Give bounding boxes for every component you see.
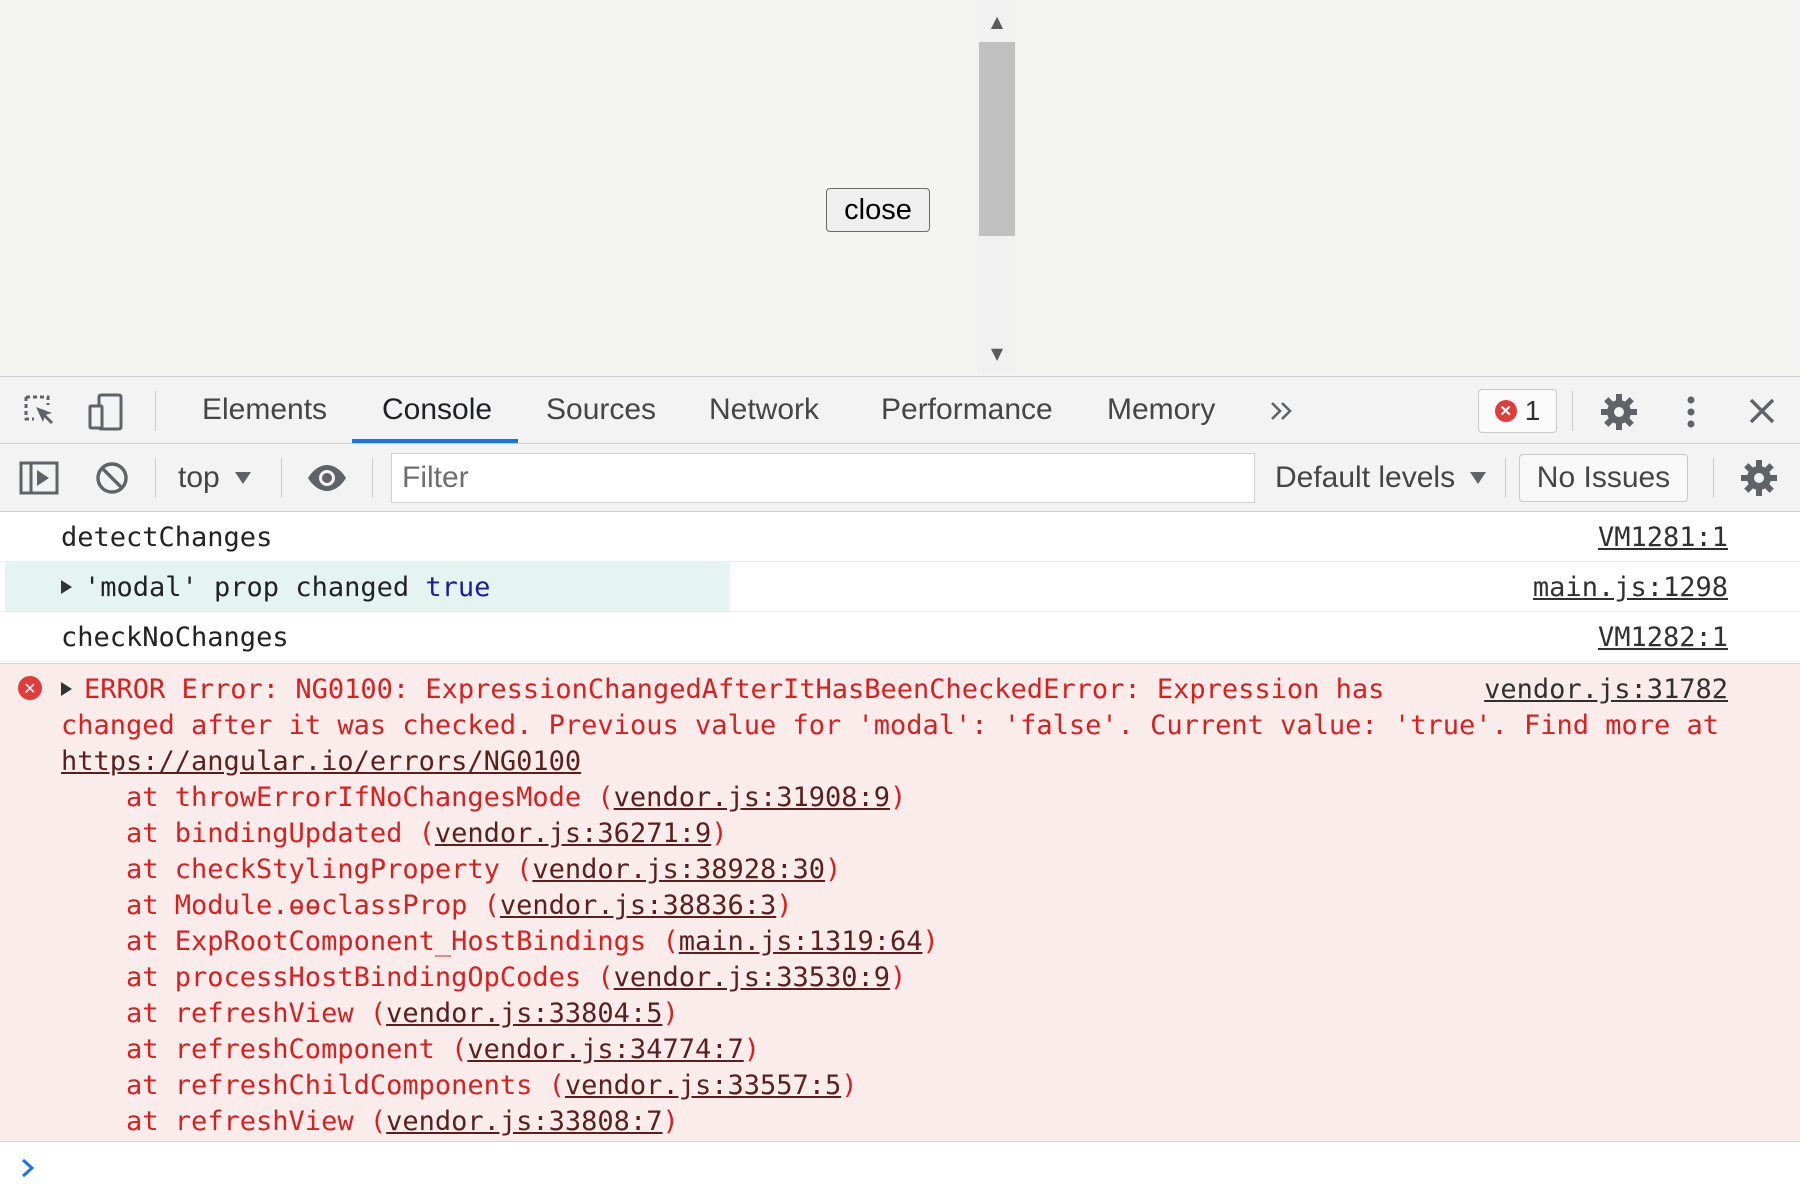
- log-levels-label: Default levels: [1275, 460, 1456, 494]
- stack-link[interactable]: vendor.js:34774:7: [467, 1034, 743, 1065]
- stack-frame: at refreshChildComponents (vendor.js:335…: [126, 1069, 858, 1101]
- stack-frame: at ExpRootComponent_HostBindings (main.j…: [126, 925, 939, 957]
- device-toolbar-icon[interactable]: [86, 391, 128, 433]
- dropdown-arrow-icon: [234, 471, 251, 484]
- issues-button[interactable]: No Issues: [1519, 454, 1688, 502]
- stack-link[interactable]: vendor.js:31908:9: [614, 782, 890, 813]
- stack-link[interactable]: vendor.js:33804:5: [386, 998, 662, 1029]
- scrollbar-thumb[interactable]: [979, 42, 1015, 236]
- context-selector[interactable]: top: [178, 444, 252, 511]
- stack-frame: at checkStylingProperty (vendor.js:38928…: [126, 853, 842, 885]
- log-levels-dropdown[interactable]: Default levels: [1275, 444, 1487, 511]
- error-text: changed after it was checked. Previous v…: [61, 709, 1720, 741]
- toolbar-divider: [155, 391, 156, 431]
- error-docs-link[interactable]: https://angular.io/errors/NG0100: [61, 746, 581, 777]
- stack-fn: at refreshChildComponents: [126, 1069, 549, 1101]
- scroll-down-arrow-icon[interactable]: ▼: [977, 334, 1017, 372]
- error-icon: ✕: [18, 676, 42, 700]
- stack-fn: at processHostBindingOpCodes: [126, 961, 598, 993]
- dropdown-arrow-icon: [1470, 471, 1487, 484]
- console-message: detectChanges VM1281:1: [0, 512, 1800, 562]
- console-message[interactable]: 'modal' prop changed true main.js:1298: [0, 562, 1800, 612]
- stack-link[interactable]: vendor.js:38928:30: [532, 854, 825, 885]
- live-expression-eye-icon[interactable]: [306, 458, 348, 498]
- message-source-link[interactable]: VM1281:1: [1598, 512, 1728, 562]
- toolbar-divider: [1505, 458, 1506, 498]
- stack-fn: at refreshComponent: [126, 1033, 452, 1065]
- scroll-up-arrow-icon[interactable]: ▲: [977, 2, 1017, 40]
- stack-fn: at bindingUpdated: [126, 817, 419, 849]
- expand-triangle-icon[interactable]: [61, 682, 72, 696]
- stack-link[interactable]: vendor.js:33808:7: [386, 1106, 662, 1137]
- settings-gear-icon[interactable]: [1598, 391, 1640, 433]
- context-label: top: [178, 460, 220, 494]
- message-value: true: [425, 571, 491, 603]
- message-text: detectChanges: [61, 521, 273, 553]
- chevron-double-right-icon[interactable]: [1266, 395, 1298, 427]
- stack-frame: at throwErrorIfNoChangesMode (vendor.js:…: [126, 781, 907, 813]
- console-toolbar: top Default levels No Issues: [0, 444, 1800, 512]
- toolbar-divider: [281, 458, 282, 498]
- stack-fn: at refreshView: [126, 997, 370, 1029]
- devtools-tabbar: Elements Console Sources Network Perform…: [0, 376, 1800, 444]
- tab-elements[interactable]: Elements: [202, 377, 327, 443]
- show-sidebar-icon[interactable]: [18, 457, 60, 499]
- stack-frame: at refreshView (vendor.js:33808:7): [126, 1105, 679, 1137]
- more-options-icon[interactable]: [1674, 391, 1708, 433]
- error-icon: ✕: [1494, 400, 1517, 422]
- stack-fn: at throwErrorIfNoChangesMode: [126, 781, 598, 813]
- error-message: ✕ ERROR Error: NG0100: ExpressionChanged…: [0, 663, 1800, 1142]
- tab-memory[interactable]: Memory: [1107, 377, 1215, 443]
- console-output: detectChanges VM1281:1 'modal' prop chan…: [0, 512, 1800, 1191]
- stack-fn: at Module.ɵɵclassProp: [126, 889, 484, 921]
- expand-triangle-icon[interactable]: [61, 580, 72, 594]
- clear-console-icon[interactable]: [91, 457, 133, 499]
- toolbar-divider: [155, 458, 156, 498]
- stack-fn: at refreshView: [126, 1105, 370, 1137]
- toolbar-divider: [1713, 458, 1714, 498]
- active-tab-indicator: [352, 439, 518, 443]
- console-message: checkNoChanges VM1282:1: [0, 612, 1800, 662]
- error-url-line: https://angular.io/errors/NG0100: [61, 743, 581, 779]
- message-source-link[interactable]: main.js:1298: [1533, 562, 1728, 612]
- stack-frame: at Module.ɵɵclassProp (vendor.js:38836:3…: [126, 889, 793, 921]
- stack-frame: at refreshComponent (vendor.js:34774:7): [126, 1033, 760, 1065]
- stack-fn: at ExpRootComponent_HostBindings: [126, 925, 663, 957]
- message-text[interactable]: 'modal' prop changed true: [61, 562, 490, 612]
- close-button[interactable]: close: [826, 188, 930, 232]
- toolbar-divider: [372, 458, 373, 498]
- stack-fn: at checkStylingProperty: [126, 853, 517, 885]
- scrollbar[interactable]: ▲ ▼: [977, 0, 1017, 374]
- console-settings-gear-icon[interactable]: [1738, 457, 1780, 499]
- message-source-link[interactable]: VM1282:1: [1598, 612, 1728, 662]
- tab-sources[interactable]: Sources: [546, 377, 656, 443]
- tab-network[interactable]: Network: [709, 377, 819, 443]
- console-prompt-chevron-icon[interactable]: [20, 1155, 36, 1186]
- stack-link[interactable]: vendor.js:33557:5: [565, 1070, 841, 1101]
- stack-link[interactable]: vendor.js:38836:3: [500, 890, 776, 921]
- stack-link[interactable]: main.js:1319:64: [679, 926, 923, 957]
- stack-link[interactable]: vendor.js:33530:9: [614, 962, 890, 993]
- stack-frame: at processHostBindingOpCodes (vendor.js:…: [126, 961, 907, 993]
- error-line[interactable]: ERROR Error: NG0100: ExpressionChangedAf…: [61, 671, 1384, 707]
- error-count: 1: [1524, 395, 1541, 426]
- stack-frame: at refreshView (vendor.js:33804:5): [126, 997, 679, 1029]
- page-viewport: close ▲ ▼: [0, 0, 1800, 376]
- tab-performance[interactable]: Performance: [881, 377, 1053, 443]
- error-count-badge[interactable]: ✕ 1: [1478, 389, 1557, 433]
- error-text: ERROR Error: NG0100: ExpressionChangedAf…: [84, 673, 1385, 705]
- close-devtools-icon[interactable]: [1742, 391, 1782, 431]
- stack-link[interactable]: vendor.js:36271:9: [435, 818, 711, 849]
- stack-frame: at bindingUpdated (vendor.js:36271:9): [126, 817, 728, 849]
- toolbar-divider: [1572, 391, 1573, 431]
- inspect-element-icon[interactable]: [20, 391, 60, 431]
- filter-input[interactable]: [391, 453, 1255, 503]
- message-text-part: 'modal' prop changed: [84, 571, 426, 603]
- tab-console[interactable]: Console: [382, 377, 492, 443]
- message-text: checkNoChanges: [61, 621, 289, 653]
